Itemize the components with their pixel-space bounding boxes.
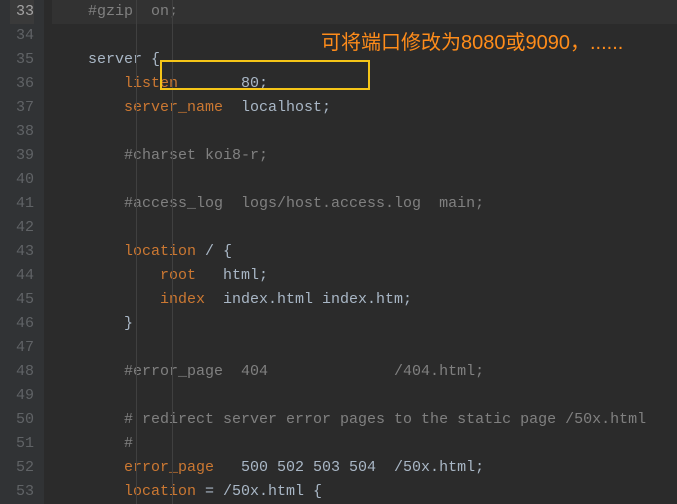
code-line[interactable]: root html; xyxy=(52,264,677,288)
code-line[interactable] xyxy=(52,120,677,144)
line-number: 52 xyxy=(10,456,34,480)
code-token: root xyxy=(52,267,223,284)
code-token: = /50x.html { xyxy=(205,483,322,500)
code-token: index.html index.htm; xyxy=(223,291,412,308)
indent-guide xyxy=(172,0,173,504)
line-number: 41 xyxy=(10,192,34,216)
code-line[interactable]: location / { xyxy=(52,240,677,264)
code-token: #access_log logs/host.access.log main; xyxy=(52,195,484,212)
line-number: 44 xyxy=(10,264,34,288)
code-line[interactable]: server_name localhost; xyxy=(52,96,677,120)
line-number-gutter: 3334353637383940414243444546474849505152… xyxy=(0,0,44,504)
code-line[interactable] xyxy=(52,216,677,240)
code-token: error_page xyxy=(52,459,241,476)
code-line[interactable]: #access_log logs/host.access.log main; xyxy=(52,192,677,216)
code-line[interactable]: listen 80; xyxy=(52,72,677,96)
code-token: server_name xyxy=(52,99,241,116)
code-line[interactable]: } xyxy=(52,312,677,336)
line-number: 40 xyxy=(10,168,34,192)
line-number: 43 xyxy=(10,240,34,264)
line-number: 37 xyxy=(10,96,34,120)
line-number: 36 xyxy=(10,72,34,96)
code-area[interactable]: 可将端口修改为8080或9090，...... #gzip on; server… xyxy=(44,0,677,504)
code-token: #charset koi8-r; xyxy=(52,147,268,164)
line-number: 48 xyxy=(10,360,34,384)
code-line[interactable]: #gzip on; xyxy=(52,0,677,24)
line-number: 38 xyxy=(10,120,34,144)
line-number: 34 xyxy=(10,24,34,48)
code-line[interactable]: error_page 500 502 503 504 /50x.html; xyxy=(52,456,677,480)
code-token: } xyxy=(52,315,133,332)
line-number: 49 xyxy=(10,384,34,408)
code-token: # redirect server error pages to the sta… xyxy=(52,411,646,428)
line-number: 42 xyxy=(10,216,34,240)
code-token: location xyxy=(52,483,205,500)
line-number: 53 xyxy=(10,480,34,504)
code-line[interactable]: location = /50x.html { xyxy=(52,480,677,504)
code-token: / { xyxy=(205,243,232,260)
code-token: 80; xyxy=(241,75,268,92)
line-number: 35 xyxy=(10,48,34,72)
code-line[interactable]: # xyxy=(52,432,677,456)
code-token: # xyxy=(52,435,133,452)
code-line[interactable]: #error_page 404 /404.html; xyxy=(52,360,677,384)
line-number: 46 xyxy=(10,312,34,336)
line-number: 51 xyxy=(10,432,34,456)
code-token: 500 502 503 504 /50x.html; xyxy=(241,459,484,476)
code-line[interactable] xyxy=(52,384,677,408)
code-token: server { xyxy=(52,51,160,68)
code-token: html; xyxy=(223,267,268,284)
indent-guide xyxy=(136,0,137,504)
code-line[interactable] xyxy=(52,336,677,360)
line-number: 39 xyxy=(10,144,34,168)
code-token: listen xyxy=(52,75,241,92)
line-number: 33 xyxy=(10,0,34,24)
code-editor: 3334353637383940414243444546474849505152… xyxy=(0,0,677,504)
line-number: 45 xyxy=(10,288,34,312)
code-token: location xyxy=(52,243,205,260)
code-line[interactable]: #charset koi8-r; xyxy=(52,144,677,168)
annotation-text: 可将端口修改为8080或9090，...... xyxy=(321,26,623,55)
line-number: 47 xyxy=(10,336,34,360)
code-line[interactable]: # redirect server error pages to the sta… xyxy=(52,408,677,432)
code-token: #gzip on; xyxy=(52,3,178,20)
line-number: 50 xyxy=(10,408,34,432)
code-token: localhost; xyxy=(241,99,331,116)
code-line[interactable] xyxy=(52,168,677,192)
code-token: index xyxy=(52,291,223,308)
code-token: #error_page 404 /404.html; xyxy=(52,363,484,380)
code-line[interactable]: index index.html index.htm; xyxy=(52,288,677,312)
